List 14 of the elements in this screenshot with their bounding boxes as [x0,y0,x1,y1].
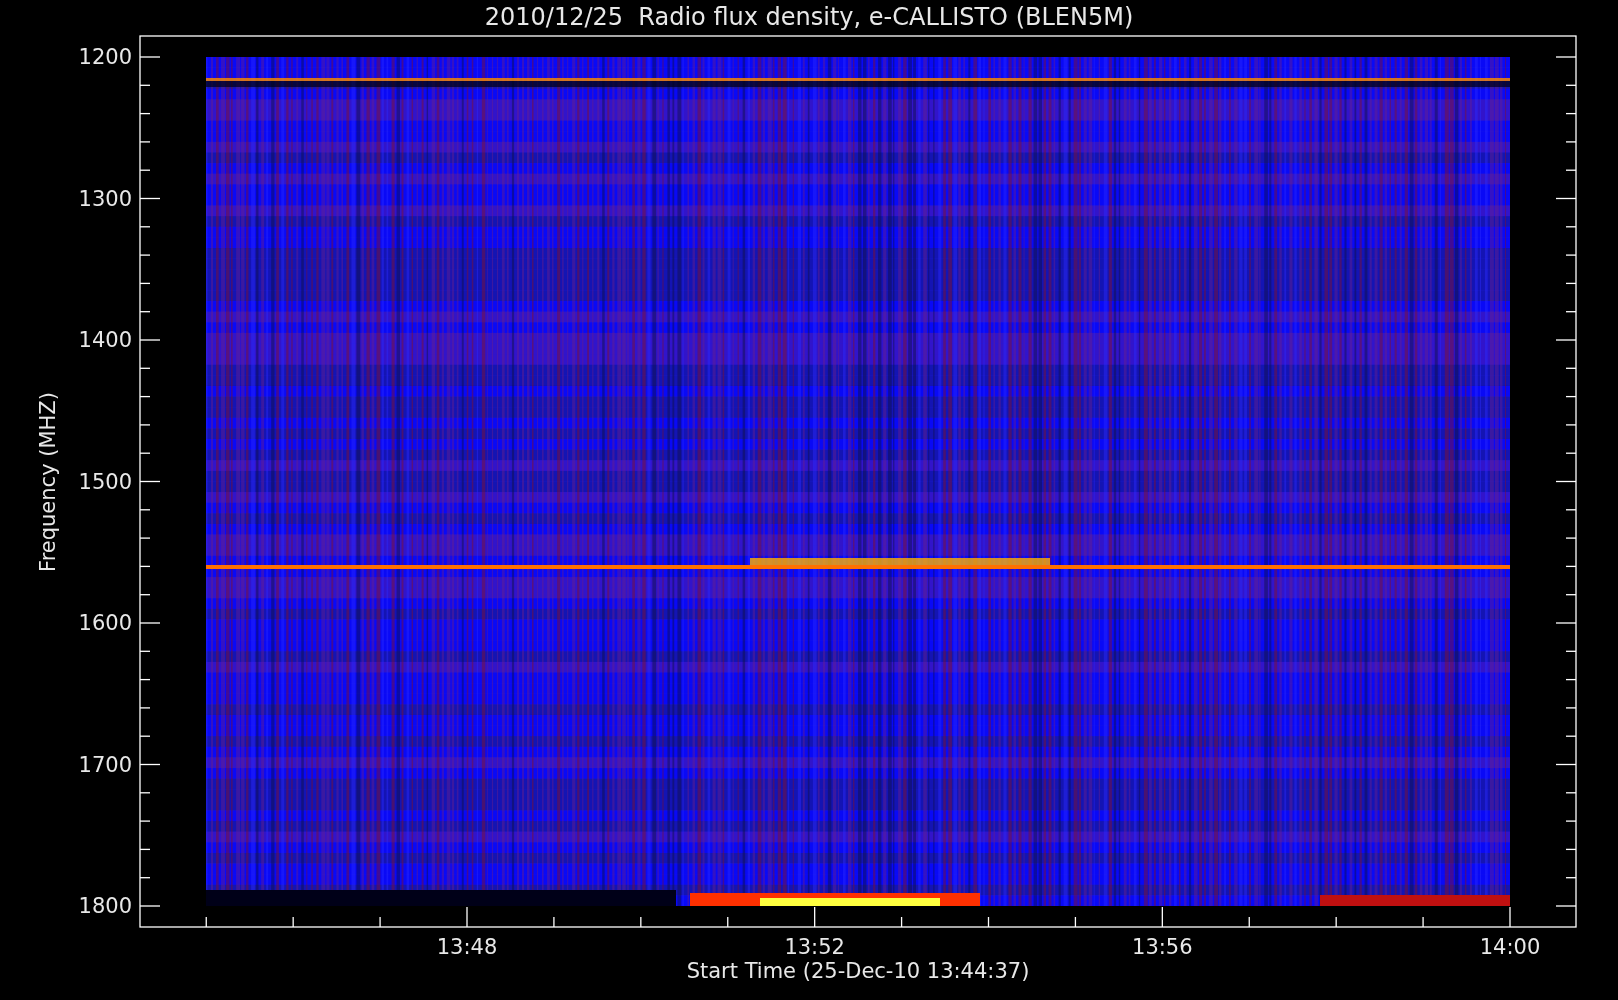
tick-label: 1700 [78,752,132,777]
tick-label: 1500 [78,469,132,494]
tick-label: 13:48 [436,935,498,959]
tick-label: 14:00 [1479,935,1541,959]
tick-label: 1400 [78,328,132,352]
tick-label: 1200 [78,45,132,69]
axis-label: Start Time (25-Dec-10 13:44:37) [686,959,1030,983]
axis-label: Frequency (MHZ) [36,392,60,572]
tick-label: 1800 [78,894,132,918]
chart-title: 2010/12/25 Radio flux density, e-CALLISTO (BLEN5M) [484,3,1134,31]
tick-label: 1600 [78,611,132,635]
tick-label: 13:52 [784,935,845,959]
tick-label: 13:56 [1132,935,1193,959]
tick-label: 1300 [78,186,132,211]
